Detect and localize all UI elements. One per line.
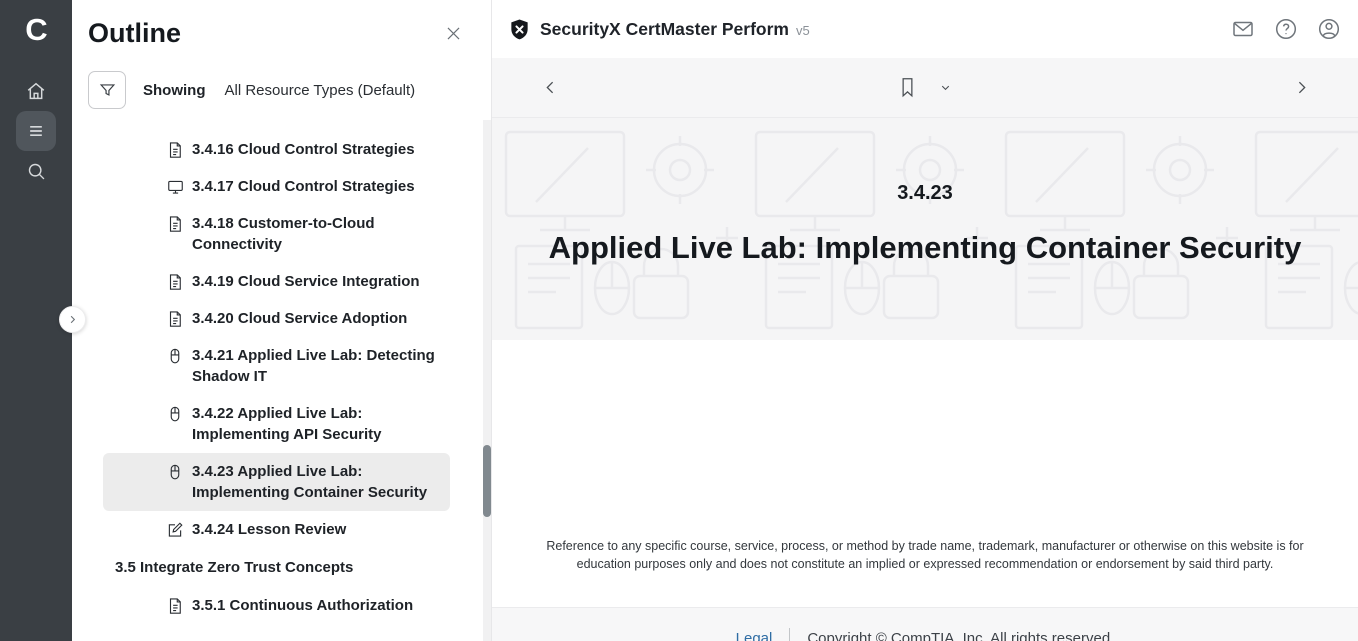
outline-item-label: 3.4.16 Cloud Control Strategies — [192, 139, 442, 160]
outline-title: Outline — [88, 18, 181, 49]
monitor-icon — [166, 178, 184, 196]
disclaimer-text: Reference to any specific course, servic… — [530, 537, 1320, 573]
outline-scrollbar-thumb[interactable] — [483, 445, 491, 517]
chevron-down-icon — [939, 81, 952, 94]
outline-item-label: 3.4.21 Applied Live Lab: Detecting Shado… — [192, 345, 442, 387]
brand: SecurityX CertMaster Perform v5 — [508, 18, 810, 41]
footer-divider — [789, 628, 790, 641]
outline-item-3.4.24[interactable]: 3.4.24 Lesson Review — [103, 511, 450, 548]
search-icon — [26, 161, 47, 182]
chevron-left-icon — [542, 79, 559, 96]
resource-filter-row: Showing All Resource Types (Default) — [88, 71, 491, 109]
outline-menu-button[interactable] — [16, 111, 56, 151]
bookmark-button[interactable] — [898, 76, 917, 99]
outline-panel: Outline Showing All Resource Types (Defa… — [72, 0, 492, 641]
outline-scrollbar-track[interactable] — [483, 120, 491, 641]
document-icon — [166, 215, 184, 233]
page-footer: Legal Copyright © CompTIA, Inc. All righ… — [492, 607, 1358, 641]
tech-doodle-pattern — [492, 118, 1358, 340]
menu-icon — [26, 121, 46, 141]
help-icon — [1274, 17, 1298, 41]
mouse-icon — [166, 463, 184, 481]
outline-item-label: 3.4.24 Lesson Review — [192, 519, 442, 540]
help-button[interactable] — [1274, 17, 1298, 41]
document-icon — [166, 141, 184, 159]
chevron-right-icon — [67, 314, 78, 325]
lesson-body: Reference to any specific course, servic… — [492, 340, 1358, 607]
app-version: v5 — [796, 23, 810, 38]
outline-item-3.5.1[interactable]: 3.5.1 Continuous Authorization — [103, 587, 450, 624]
document-icon — [166, 597, 184, 615]
bookmark-menu-button[interactable] — [939, 81, 952, 94]
account-button[interactable] — [1317, 17, 1341, 41]
panel-collapse-handle[interactable] — [59, 306, 86, 333]
outline-item-label: 3.5.1 Continuous Authorization — [192, 595, 442, 616]
home-button[interactable] — [16, 71, 56, 111]
outline-item-3.4.18[interactable]: 3.4.18 Customer-to-Cloud Connectivity — [103, 205, 450, 263]
mail-icon — [1231, 17, 1255, 41]
lesson-number: 3.4.23 — [897, 182, 953, 205]
footer-content: Legal Copyright © CompTIA, Inc. All righ… — [736, 608, 1115, 641]
filter-current-value: All Resource Types (Default) — [225, 82, 416, 99]
copyright-text: Copyright © CompTIA, Inc. All rights res… — [807, 630, 1114, 641]
previous-lesson-button[interactable] — [536, 73, 565, 102]
outline-section-header: 3.5 Integrate Zero Trust Concepts — [115, 548, 491, 587]
outline-item-label: 3.4.18 Customer-to-Cloud Connectivity — [192, 213, 442, 255]
outline-item-3.4.23[interactable]: 3.4.23 Applied Live Lab: Implementing Co… — [103, 453, 450, 511]
app-title: SecurityX CertMaster Perform — [540, 19, 789, 40]
outline-item-label: 3.4.22 Applied Live Lab: Implementing AP… — [192, 403, 442, 445]
mouse-icon — [166, 347, 184, 365]
outline-item-3.4.19[interactable]: 3.4.19 Cloud Service Integration — [103, 263, 450, 300]
document-icon — [166, 273, 184, 291]
outline-item-3.4.21[interactable]: 3.4.21 Applied Live Lab: Detecting Shado… — [103, 337, 450, 395]
comptia-logo: C — [25, 13, 46, 47]
securityx-shield-icon — [508, 18, 531, 41]
main-header: SecurityX CertMaster Perform v5 — [492, 0, 1358, 58]
header-actions — [1231, 17, 1341, 41]
outline-item-3.4.22[interactable]: 3.4.22 Applied Live Lab: Implementing AP… — [103, 395, 450, 453]
search-button[interactable] — [16, 151, 56, 191]
close-icon — [444, 24, 463, 43]
document-icon — [166, 310, 184, 328]
filter-funnel-icon — [98, 81, 117, 100]
messages-button[interactable] — [1231, 17, 1255, 41]
filter-button[interactable] — [88, 71, 126, 109]
outline-item-label: 3.4.23 Applied Live Lab: Implementing Co… — [192, 461, 442, 503]
legal-link[interactable]: Legal — [736, 630, 773, 641]
outline-item-3.4.20[interactable]: 3.4.20 Cloud Service Adoption — [103, 300, 450, 337]
bookmark-icon — [898, 76, 917, 99]
outline-list: 3.4.16 Cloud Control Strategies 3.4.17 Cl… — [72, 131, 491, 624]
account-icon — [1317, 17, 1341, 41]
next-lesson-button[interactable] — [1287, 73, 1316, 102]
lesson-toolbar — [492, 58, 1358, 118]
outline-panel-header: Outline — [72, 12, 491, 49]
mouse-icon — [166, 405, 184, 423]
main-content: SecurityX CertMaster Perform v5 — [492, 0, 1358, 641]
outline-item-label: 3.4.19 Cloud Service Integration — [192, 271, 442, 292]
chevron-right-icon — [1293, 79, 1310, 96]
lesson-banner: 3.4.23 Applied Live Lab: Implementing Co… — [492, 118, 1358, 340]
lesson-title: Applied Live Lab: Implementing Container… — [549, 230, 1302, 266]
edit-icon — [166, 521, 184, 539]
home-icon — [25, 80, 47, 102]
outline-item-3.4.17[interactable]: 3.4.17 Cloud Control Strategies — [103, 168, 450, 205]
outline-item-label: 3.4.17 Cloud Control Strategies — [192, 176, 442, 197]
app-window: C Outline — [0, 0, 1358, 641]
outline-item-3.4.16[interactable]: 3.4.16 Cloud Control Strategies — [103, 131, 450, 168]
close-outline-button[interactable] — [444, 24, 463, 43]
bookmark-controls — [898, 76, 952, 99]
filter-showing-label: Showing — [143, 82, 206, 99]
outline-item-label: 3.4.20 Cloud Service Adoption — [192, 308, 442, 329]
